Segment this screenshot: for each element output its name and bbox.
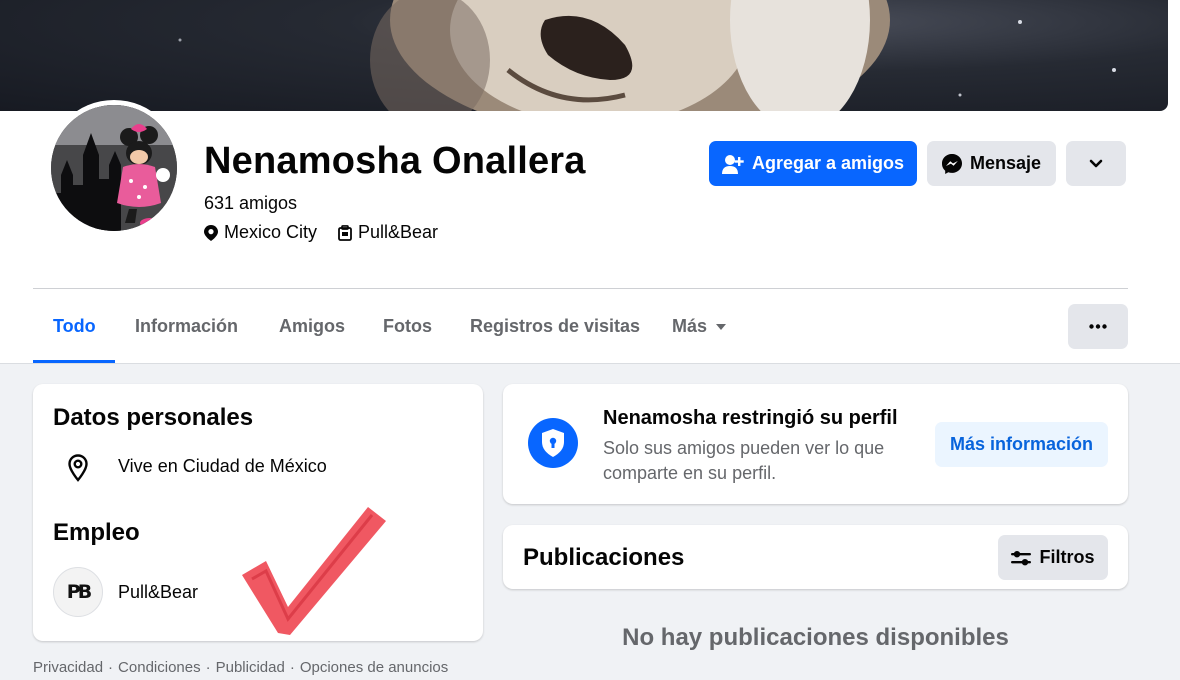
footer-links: Privacidad · Condiciones · Publicidad · Opcion…: [33, 659, 448, 676]
cover-photo[interactable]: [0, 0, 1168, 111]
profile-options-button[interactable]: [1068, 304, 1128, 349]
message-label: Mensaje: [969, 153, 1042, 173]
footer-link-opciones-de-anuncios[interactable]: Opciones de anuncios: [300, 659, 448, 676]
footer-link-publicidad[interactable]: Publicidad: [216, 659, 285, 676]
tab-mas-label: Más: [672, 316, 708, 336]
more-actions-button[interactable]: [1066, 141, 1126, 186]
add-friend-icon: [721, 154, 744, 174]
restricted-subtitle: Solo sus amigos pueden ver lo que compar…: [603, 438, 885, 483]
location-text: Mexico City: [224, 222, 318, 242]
lives-in-text: Vive en Ciudad de México: [118, 456, 327, 476]
tab-fotos[interactable]: Fotos: [383, 316, 432, 337]
chevron-down-icon: [1089, 159, 1103, 167]
employer-logo-text: PB: [66, 581, 92, 603]
messenger-icon: [941, 153, 962, 174]
footer-separator: ·: [289, 659, 295, 676]
checkmark-annotation: [242, 507, 386, 635]
more-dots-icon: [1089, 324, 1107, 329]
shield-lock-icon: [528, 418, 578, 468]
workplace-detail: Pull&Bear: [338, 222, 438, 243]
posts-title: Publicaciones: [523, 544, 685, 571]
friends-count-link[interactable]: 631 amigos: [204, 193, 297, 214]
briefcase-icon: [338, 224, 352, 241]
filters-icon: [1011, 550, 1032, 565]
tab-amigos[interactable]: Amigos: [279, 316, 345, 337]
workplace-text: Pull&Bear: [358, 222, 439, 242]
more-info-button[interactable]: Más información: [935, 422, 1108, 467]
add-friend-label: Agregar a amigos: [751, 153, 905, 173]
header-divider: [33, 288, 1128, 289]
caret-down-icon: [716, 323, 727, 330]
tab-todo[interactable]: Todo: [53, 316, 96, 337]
footer-link-privacidad[interactable]: Privacidad: [33, 659, 103, 676]
message-button[interactable]: Mensaje: [927, 141, 1056, 186]
add-friend-button[interactable]: Agregar a amigos: [709, 141, 917, 186]
employer-name-link[interactable]: Pull&Bear: [118, 582, 198, 603]
footer-separator: ·: [205, 659, 211, 676]
no-posts-message: No hay publicaciones disponibles: [622, 624, 1009, 651]
filters-button[interactable]: Filtros: [998, 535, 1108, 580]
avatar[interactable]: [51, 105, 177, 231]
tab-informacion[interactable]: Información: [135, 316, 238, 337]
profile-name: Nenamosha Onallera: [204, 140, 586, 182]
active-tab-indicator: [33, 360, 115, 363]
location-pin-icon: [204, 224, 218, 241]
tab-registros-de-visitas[interactable]: Registros de visitas: [470, 316, 640, 337]
employer-logo[interactable]: PB: [53, 567, 103, 617]
filters-label: Filtros: [1039, 547, 1095, 567]
work-section-title: Empleo: [53, 519, 140, 546]
restricted-title: Nenamosha restringió su perfil: [603, 407, 898, 429]
footer-link-condiciones[interactable]: Condiciones: [118, 659, 201, 676]
location-pin-icon: [68, 454, 88, 482]
footer-separator: ·: [108, 659, 114, 676]
tab-mas[interactable]: Más: [672, 316, 727, 337]
posts-card: Publicaciones Filtros: [503, 525, 1128, 589]
location-detail: Mexico City: [204, 222, 317, 243]
profile-header: Nenamosha Onallera 631 amigos Mexico Cit…: [0, 0, 1180, 364]
intro-title: Datos personales: [53, 404, 254, 431]
